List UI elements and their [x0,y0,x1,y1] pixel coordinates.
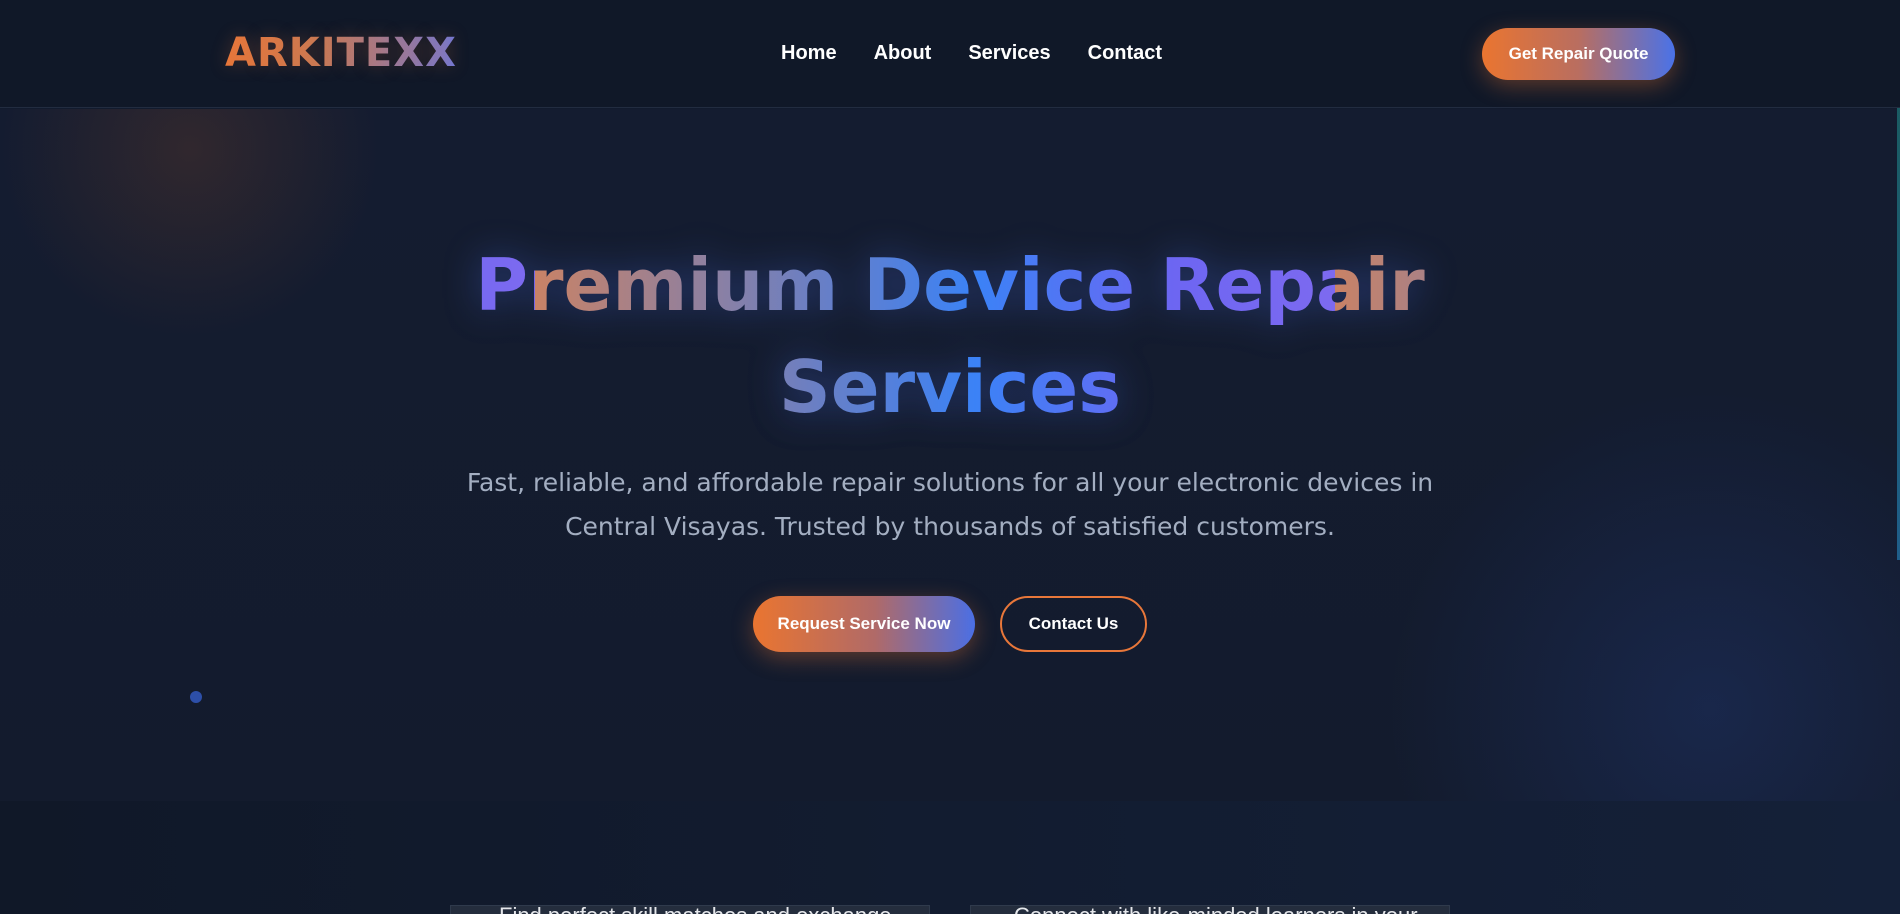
hero-title-line-1: Premium Device Repair [475,243,1425,327]
get-repair-quote-button[interactable]: Get Repair Quote [1482,28,1675,80]
feature-card-text: Find perfect skill matches and exchange [499,906,892,914]
request-service-button[interactable]: Request Service Now [753,596,975,652]
contact-us-button[interactable]: Contact Us [1000,596,1147,652]
nav-link-services[interactable]: Services [968,42,1050,65]
main-nav: Home About Services Contact [781,42,1199,65]
brand-logo[interactable]: ARKITEXX [225,30,457,76]
nav-link-home[interactable]: Home [781,42,837,65]
feature-card-text: Connect with like-minded learners in you… [1014,906,1418,914]
hero-title: Premium Device Repair Services [0,234,1900,438]
page: ARKITEXX Home About Services Contact Get… [0,0,1900,914]
top-navbar: ARKITEXX Home About Services Contact Get… [0,0,1900,108]
features-section: Find perfect skill matches and exchange … [0,801,1900,914]
hero-section: Premium Device Repair Services Fast, rel… [0,109,1900,801]
nav-link-about[interactable]: About [874,42,932,65]
feature-card-community[interactable]: Connect with like-minded learners in you… [970,905,1450,914]
hero-subtitle: Fast, reliable, and affordable repair so… [466,468,1434,541]
nav-link-contact[interactable]: Contact [1088,42,1162,65]
hero-title-line-2: Services [778,345,1122,429]
decorative-dot [190,691,202,703]
feature-card-skill-match[interactable]: Find perfect skill matches and exchange [450,905,930,914]
